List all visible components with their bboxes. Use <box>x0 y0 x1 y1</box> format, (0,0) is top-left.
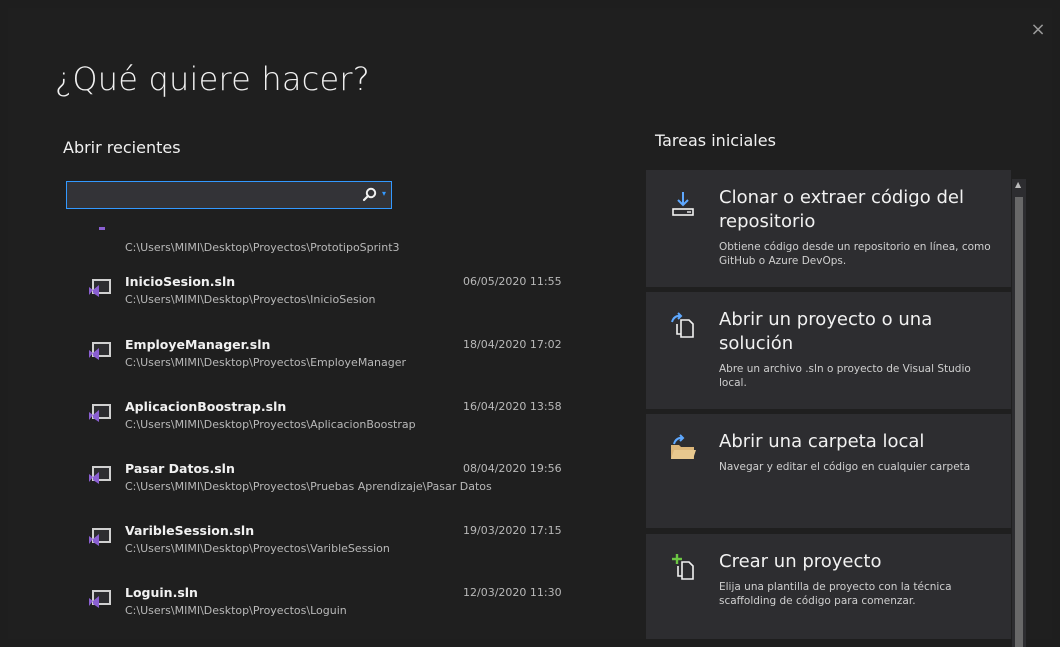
task-title: Crear un proyecto <box>719 551 882 572</box>
recent-item-path: C:\Users\MIMI\Desktop\Proyectos\EmployeM… <box>125 356 407 369</box>
tasks-scrollbar[interactable]: ▲ <box>1012 179 1026 647</box>
task-title: Abrir un proyecto o una solución <box>719 309 933 354</box>
recent-item-date: 08/04/2020 19:56 <box>463 462 562 475</box>
recent-item-date: 18/04/2020 17:02 <box>463 338 562 351</box>
scroll-up-arrow-icon[interactable]: ▲ <box>1015 181 1023 189</box>
tasks-heading: Tareas iniciales <box>655 131 776 150</box>
task-description: Elija una plantilla de proyecto con la t… <box>719 581 952 607</box>
recent-heading: Abrir recientes <box>63 138 181 157</box>
recent-item-path: C:\Users\MIMI\Desktop\Proyectos\Aplicaci… <box>125 418 416 431</box>
recent-item-name: AplicacionBoostrap.sln <box>125 399 287 414</box>
solution-file-icon <box>89 279 111 297</box>
open-project-icon <box>671 312 694 338</box>
recent-item-path: C:\Users\MIMI\Desktop\Proyectos\Pruebas … <box>125 480 492 493</box>
clone-repo-tile[interactable]: Clonar o extraer código del repositorio … <box>646 170 1011 287</box>
recent-item-date: 16/04/2020 13:58 <box>463 400 562 413</box>
recent-item[interactable]: Pasar Datos.sln C:\Users\MIMI\Desktop\Pr… <box>88 458 568 516</box>
recent-item-date: 06/05/2020 11:55 <box>463 275 562 288</box>
create-project-tile[interactable]: Crear un proyecto Elija una plantilla de… <box>646 534 1011 639</box>
task-description: Obtiene código desde un repositorio en l… <box>719 241 991 267</box>
recent-item-path: C:\Users\MIMI\Desktop\Proyectos\VaribleS… <box>125 542 390 555</box>
new-project-icon <box>672 554 694 580</box>
solution-file-icon <box>89 466 111 484</box>
solution-file-icon <box>89 342 111 360</box>
partial-item-path[interactable]: C:\Users\MIMI\Desktop\Proyectos\Prototip… <box>125 241 400 254</box>
recent-item-date: 19/03/2020 17:15 <box>463 524 562 537</box>
search-input[interactable] <box>73 185 357 207</box>
search-options-dropdown[interactable]: ▾ <box>382 189 390 201</box>
recent-item[interactable]: AplicacionBoostrap.sln C:\Users\MIMI\Des… <box>88 396 568 454</box>
solution-file-icon <box>89 590 111 608</box>
solution-file-icon <box>89 404 111 422</box>
clone-download-icon <box>672 192 694 216</box>
task-title: Clonar o extraer código del repositorio <box>719 187 964 232</box>
partial-item-icon <box>99 227 105 230</box>
open-folder-tile[interactable]: Abrir una carpeta local Navegar y editar… <box>646 414 1011 528</box>
search-icon[interactable] <box>361 186 379 204</box>
recent-item-path: C:\Users\MIMI\Desktop\Proyectos\Loguin <box>125 604 347 617</box>
recent-item[interactable]: Loguin.sln C:\Users\MIMI\Desktop\Proyect… <box>88 582 568 640</box>
recent-item[interactable]: EmployeManager.sln C:\Users\MIMI\Desktop… <box>88 334 568 392</box>
solution-file-icon <box>89 528 111 546</box>
recent-item-path: C:\Users\MIMI\Desktop\Proyectos\InicioSe… <box>125 293 376 306</box>
open-project-tile[interactable]: Abrir un proyecto o una solución Abre un… <box>646 292 1011 409</box>
recent-item[interactable]: InicioSesion.sln C:\Users\MIMI\Desktop\P… <box>88 271 568 329</box>
recent-item-name: EmployeManager.sln <box>125 337 271 352</box>
open-folder-icon <box>671 434 696 459</box>
recent-item-name: Loguin.sln <box>125 585 198 600</box>
close-button[interactable]: × <box>1028 20 1048 40</box>
task-title: Abrir una carpeta local <box>719 431 925 452</box>
recent-item-name: Pasar Datos.sln <box>125 461 235 476</box>
start-window: × ¿Qué quiere hacer? Abrir recientes ▾ C… <box>8 8 1052 647</box>
task-description: Abre un archivo .sln o proyecto de Visua… <box>719 363 971 389</box>
page-title: ¿Qué quiere hacer? <box>55 60 370 98</box>
scrollbar-thumb[interactable] <box>1015 197 1023 647</box>
recent-item-name: InicioSesion.sln <box>125 274 236 289</box>
recent-item[interactable]: VaribleSession.sln C:\Users\MIMI\Desktop… <box>88 520 568 578</box>
recent-item-date: 12/03/2020 11:30 <box>463 586 562 599</box>
task-description: Navegar y editar el código en cualquier … <box>719 461 971 473</box>
recent-search-box[interactable]: ▾ <box>66 181 392 209</box>
recent-item-name: VaribleSession.sln <box>125 523 255 538</box>
